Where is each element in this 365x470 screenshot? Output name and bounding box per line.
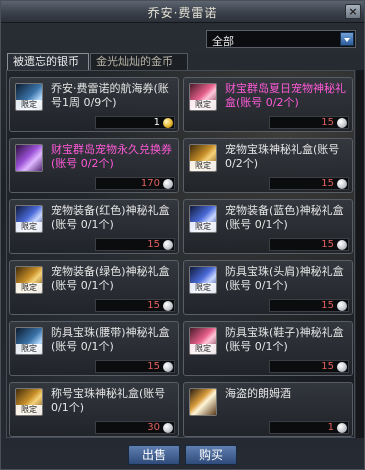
- price-box: 1: [95, 116, 175, 129]
- price-box: 170: [95, 177, 175, 190]
- item-name: 财宝群岛夏日宠物神秘礼盒(账号 0/2个): [225, 82, 346, 109]
- item-icon: 限定: [15, 83, 43, 111]
- tab-silver-coin[interactable]: 被遗忘的银币: [7, 53, 89, 71]
- item-icon: [189, 388, 217, 416]
- limited-badge: 限定: [190, 283, 216, 293]
- chevron-down-icon[interactable]: [340, 32, 354, 46]
- item-card[interactable]: 海盗的朗姆酒 1: [183, 382, 353, 437]
- silver-coin-icon: [337, 179, 347, 189]
- item-price: 15: [321, 300, 334, 311]
- item-name: 海盗的朗姆酒: [225, 387, 291, 400]
- title-bar[interactable]: 乔安·费雷诺 ×: [1, 1, 364, 23]
- price-box: 15: [269, 360, 349, 373]
- item-icon: 限定: [189, 144, 217, 172]
- item-name: 宠物装备(红色)神秘礼盒(账号 0/1个): [51, 204, 170, 231]
- item-icon: 限定: [15, 266, 43, 294]
- silver-coin-icon: [163, 362, 173, 372]
- item-icon: [15, 144, 43, 172]
- item-price: 15: [321, 361, 334, 372]
- item-card[interactable]: 财宝群岛宠物永久兑换券(账号 0/2个) 170: [9, 138, 179, 193]
- item-icon: 限定: [189, 83, 217, 111]
- silver-coin-icon: [337, 423, 347, 433]
- item-price: 1: [153, 117, 160, 128]
- item-card[interactable]: 限定 称号宝珠神秘礼盒(账号 0/1个) 30: [9, 382, 179, 437]
- limited-badge: 限定: [190, 100, 216, 110]
- item-card[interactable]: 限定 防具宝珠(鞋子)神秘礼盒(账号 0/1个) 15: [183, 321, 353, 376]
- item-card[interactable]: 限定 宠物装备(红色)神秘礼盒(账号 0/1个) 15: [9, 199, 179, 254]
- item-name: 财宝群岛宠物永久兑换券(账号 0/2个): [51, 143, 172, 170]
- tab-gold-coin[interactable]: 金光灿灿的金币: [90, 53, 188, 71]
- item-price: 15: [321, 178, 334, 189]
- item-price: 30: [147, 422, 160, 433]
- silver-coin-icon: [163, 301, 173, 311]
- item-name: 宠物装备(蓝色)神秘礼盒(账号 0/1个): [225, 204, 344, 231]
- silver-coin-icon: [337, 118, 347, 128]
- limited-badge: 限定: [190, 222, 216, 232]
- silver-coin-icon: [163, 423, 173, 433]
- item-card[interactable]: 限定 宠物装备(绿色)神秘礼盒(账号 0/1个) 15: [9, 260, 179, 315]
- silver-coin-icon: [337, 362, 347, 372]
- silver-coin-icon: [337, 301, 347, 311]
- item-name: 防具宝珠(腰带)神秘礼盒(账号 0/1个): [51, 326, 170, 353]
- item-icon: 限定: [189, 327, 217, 355]
- scrollbar[interactable]: [356, 70, 364, 438]
- item-name: 乔安·费雷诺的航海券(账号1周 0/9个): [51, 82, 169, 109]
- price-box: 15: [269, 299, 349, 312]
- item-price: 15: [147, 300, 160, 311]
- item-card[interactable]: 限定 宠物宝珠神秘礼盒(账号 0/2个) 15: [183, 138, 353, 193]
- limited-badge: 限定: [190, 344, 216, 354]
- item-icon: 限定: [15, 205, 43, 233]
- item-name: 称号宝珠神秘礼盒(账号 0/1个): [51, 387, 166, 414]
- item-price: 15: [321, 239, 334, 250]
- limited-badge: 限定: [16, 222, 42, 232]
- gold-coin-icon: [163, 118, 173, 128]
- item-card[interactable]: 限定 财宝群岛夏日宠物神秘礼盒(账号 0/2个) 15: [183, 77, 353, 132]
- item-price: 170: [140, 178, 160, 189]
- price-box: 15: [95, 360, 175, 373]
- item-name: 宠物宝珠神秘礼盒(账号 0/2个): [225, 143, 340, 170]
- sell-button[interactable]: 出售: [128, 445, 180, 465]
- limited-badge: 限定: [190, 161, 216, 171]
- price-box: 15: [269, 238, 349, 251]
- price-box: 15: [95, 299, 175, 312]
- silver-coin-icon: [337, 240, 347, 250]
- limited-badge: 限定: [16, 344, 42, 354]
- item-card[interactable]: 限定 乔安·费雷诺的航海券(账号1周 0/9个) 1: [9, 77, 179, 132]
- price-box: 15: [269, 116, 349, 129]
- close-button[interactable]: ×: [345, 4, 361, 19]
- price-box: 15: [269, 177, 349, 190]
- silver-coin-icon: [163, 179, 173, 189]
- price-box: 15: [95, 238, 175, 251]
- item-name: 防具宝珠(鞋子)神秘礼盒(账号 0/1个): [225, 326, 344, 353]
- filter-dropdown[interactable]: 全部: [206, 30, 356, 48]
- item-card[interactable]: 限定 防具宝珠(腰带)神秘礼盒(账号 0/1个) 15: [9, 321, 179, 376]
- price-box: 1: [269, 421, 349, 434]
- item-price: 15: [147, 361, 160, 372]
- item-name: 宠物装备(绿色)神秘礼盒(账号 0/1个): [51, 265, 170, 292]
- window-title: 乔安·费雷诺: [147, 6, 218, 20]
- item-price: 15: [321, 117, 334, 128]
- buy-button[interactable]: 购买: [185, 445, 237, 465]
- item-icon: 限定: [189, 205, 217, 233]
- limited-badge: 限定: [16, 405, 42, 415]
- price-box: 30: [95, 421, 175, 434]
- filter-selected: 全部: [212, 35, 234, 48]
- limited-badge: 限定: [16, 283, 42, 293]
- item-card[interactable]: 限定 防具宝珠(头肩)神秘礼盒(账号 0/1个) 15: [183, 260, 353, 315]
- item-price: 1: [327, 422, 334, 433]
- item-card[interactable]: 限定 宠物装备(蓝色)神秘礼盒(账号 0/1个) 15: [183, 199, 353, 254]
- item-price: 15: [147, 239, 160, 250]
- item-icon: 限定: [15, 327, 43, 355]
- close-icon: ×: [348, 5, 358, 18]
- item-icon: 限定: [15, 388, 43, 416]
- silver-coin-icon: [163, 240, 173, 250]
- item-icon: 限定: [189, 266, 217, 294]
- limited-badge: 限定: [16, 100, 42, 110]
- item-name: 防具宝珠(头肩)神秘礼盒(账号 0/1个): [225, 265, 344, 292]
